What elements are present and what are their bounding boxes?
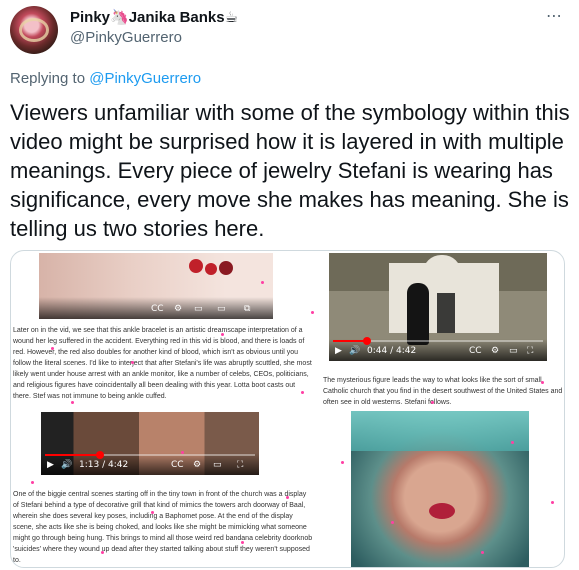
miniplayer-icon: ▭: [213, 460, 222, 470]
tweet-text: Viewers unfamiliar with some of the symb…: [10, 100, 570, 241]
time-display: 0:44 / 4:42: [367, 346, 417, 356]
replying-to-prefix: Replying to: [10, 70, 86, 87]
cc-icon: CC: [151, 304, 164, 314]
miniplayer-icon: ▭: [194, 304, 203, 314]
profile-avatar[interactable]: [10, 6, 58, 54]
cc-icon: CC: [171, 460, 184, 470]
caption-church: The mysterious figure leads the way to w…: [323, 377, 563, 406]
screenshot-ankle-bracelet: CC ⚙ ▭ ▭ ⧉: [39, 253, 273, 319]
fullscreen-icon: ⛶: [237, 460, 244, 470]
time-display: 1:13 / 4:42: [79, 460, 129, 470]
cast-icon: ⧉: [244, 304, 251, 314]
settings-icon: ⚙: [193, 460, 202, 470]
caption-grill: One of the biggie central scenes startin…: [13, 491, 313, 564]
screenshot-church: ▶ 🔊 0:44 / 4:42 CC ⚙ ▭ ⛶: [329, 253, 547, 361]
settings-icon: ⚙: [491, 346, 500, 356]
more-options-icon[interactable]: ⋯: [546, 6, 563, 26]
volume-icon: 🔊: [61, 460, 73, 470]
screenshot-grill: ▶ 🔊 1:13 / 4:42 CC ⚙ ▭ ⛶: [41, 412, 259, 475]
play-icon: ▶: [47, 460, 54, 470]
media-image[interactable]: CC ⚙ ▭ ▭ ⧉ ▶ 🔊 0:44 / 4:42 CC ⚙ ▭ ⛶ Late…: [10, 250, 565, 568]
cc-icon: CC: [469, 346, 482, 356]
display-name[interactable]: Pinky🦄Janika Banks☕: [70, 8, 238, 26]
screenshot-closeup: [351, 411, 529, 567]
settings-icon: ⚙: [174, 304, 183, 314]
fullscreen-icon: ⛶: [527, 346, 534, 356]
user-handle[interactable]: @PinkyGuerrero: [70, 29, 182, 46]
caption-ankle: Later on in the vid, we see that this an…: [13, 327, 312, 400]
replying-to-link[interactable]: @PinkyGuerrero: [89, 70, 201, 87]
play-icon: ▶: [335, 346, 342, 356]
volume-icon: 🔊: [349, 346, 361, 356]
miniplayer-icon: ▭: [509, 346, 518, 356]
theater-icon: ▭: [217, 304, 226, 314]
replying-to: Replying to @PinkyGuerrero: [10, 70, 201, 87]
